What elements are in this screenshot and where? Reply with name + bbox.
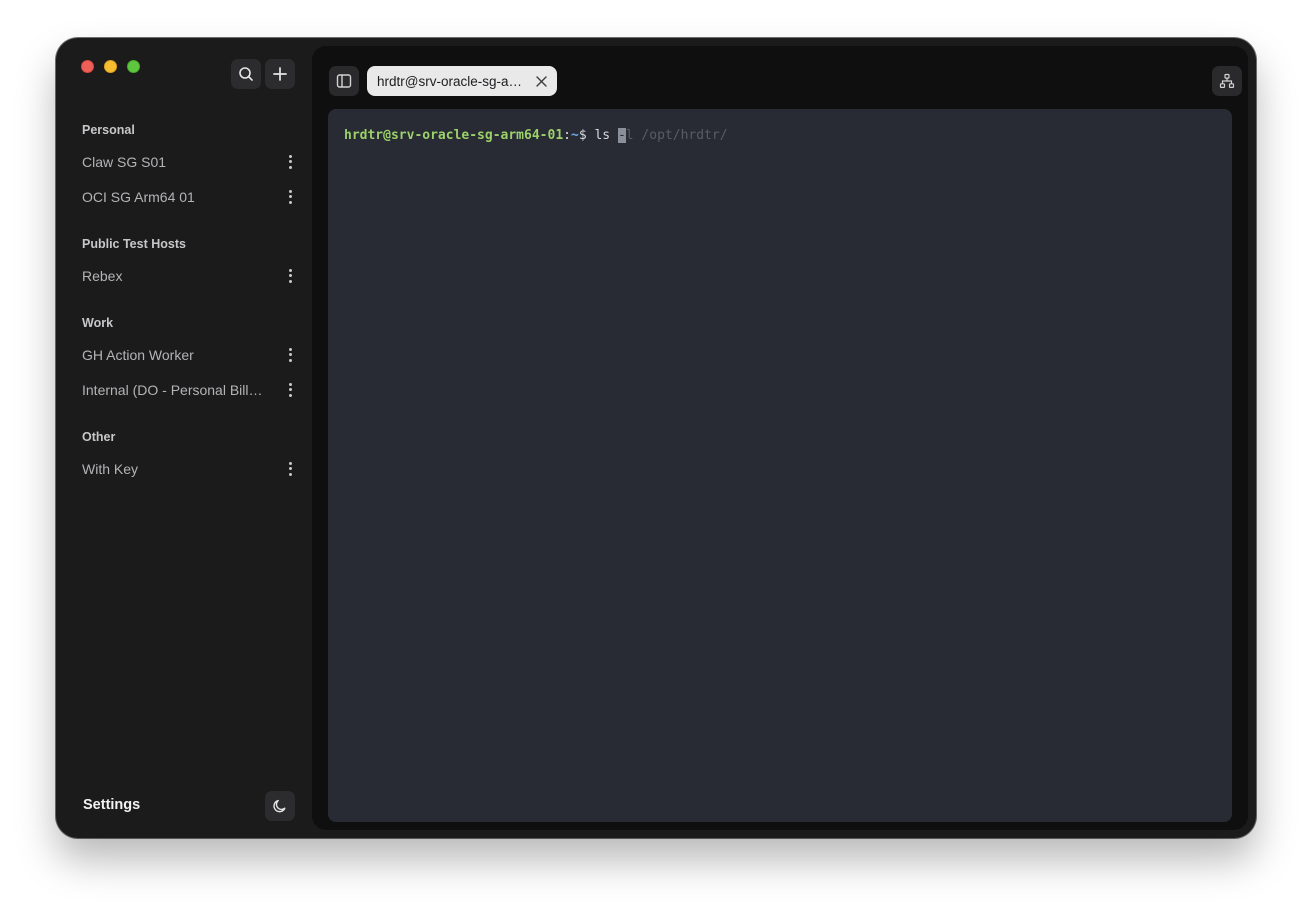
more-options-icon[interactable] xyxy=(284,267,296,284)
add-host-button[interactable] xyxy=(265,59,295,89)
group-title: Work xyxy=(82,316,114,330)
search-button[interactable] xyxy=(231,59,261,89)
settings-link[interactable]: Settings xyxy=(83,797,140,813)
network-topology-button[interactable] xyxy=(1212,66,1242,96)
host-group-personal: Personal Claw SG S01 OCI SG Arm64 01 xyxy=(82,122,302,214)
host-item-internal-do[interactable]: Internal (DO - Personal Billing) xyxy=(82,372,302,407)
toggle-sidebar-button[interactable] xyxy=(329,66,359,96)
host-item-gh-action-worker[interactable]: GH Action Worker xyxy=(82,337,302,372)
network-icon xyxy=(1219,73,1235,89)
host-item-claw-sg-s01[interactable]: Claw SG S01 xyxy=(82,144,302,179)
window-controls xyxy=(81,60,140,73)
host-item-rebex[interactable]: Rebex xyxy=(82,258,302,293)
typed-command: ls xyxy=(594,128,618,143)
tab-label: hrdtr@srv-oracle-sg-arm64-01 xyxy=(377,73,525,89)
prompt-symbol: $ xyxy=(578,128,595,143)
host-group-work: Work GH Action Worker Internal (DO - Per… xyxy=(82,315,302,407)
search-icon xyxy=(239,67,253,81)
close-window-button[interactable] xyxy=(81,60,94,73)
app-window: Personal Claw SG S01 OCI SG Arm64 01 Pub… xyxy=(56,38,1256,838)
close-tab-button[interactable] xyxy=(533,73,549,89)
more-options-icon[interactable] xyxy=(284,381,296,398)
group-title: Personal xyxy=(82,123,135,137)
more-options-icon[interactable] xyxy=(284,460,296,477)
more-options-icon[interactable] xyxy=(284,188,296,205)
host-label: GH Action Worker xyxy=(82,346,194,363)
terminal-prompt-line: hrdtr@srv-oracle-sg-arm64-01:~$ ls -l /o… xyxy=(344,127,728,145)
group-title: Other xyxy=(82,430,116,444)
host-item-with-key[interactable]: With Key xyxy=(82,451,302,486)
host-group-other: Other With Key xyxy=(82,429,302,486)
main-pane: hrdtr@srv-oracle-sg-arm64-01 hrdtr@srv-o… xyxy=(312,46,1248,830)
more-options-icon[interactable] xyxy=(284,153,296,170)
moon-icon xyxy=(273,799,286,813)
autosuggestion-text: l /opt/hrdtr/ xyxy=(625,128,728,143)
terminal-cursor: - xyxy=(617,128,626,143)
zoom-window-button[interactable] xyxy=(127,60,140,73)
host-group-public-test-hosts: Public Test Hosts Rebex xyxy=(82,236,302,293)
sidebar-toggle-icon xyxy=(336,74,352,88)
terminal-view[interactable]: hrdtr@srv-oracle-sg-arm64-01:~$ ls -l /o… xyxy=(328,109,1232,822)
host-label: With Key xyxy=(82,460,139,477)
group-title: Public Test Hosts xyxy=(82,237,186,251)
host-item-oci-sg-arm64-01[interactable]: OCI SG Arm64 01 xyxy=(82,179,302,214)
tab-hrdtr-srv-oracle[interactable]: hrdtr@srv-oracle-sg-arm64-01 xyxy=(367,66,557,96)
host-label: OCI SG Arm64 01 xyxy=(82,188,195,205)
prompt-colon: : xyxy=(563,128,571,143)
prompt-user-host: hrdtr@srv-oracle-sg-arm64-01 xyxy=(344,128,564,143)
host-label: Rebex xyxy=(82,267,123,284)
host-list: Personal Claw SG S01 OCI SG Arm64 01 Pub… xyxy=(82,122,302,486)
more-options-icon[interactable] xyxy=(284,346,296,363)
host-label: Claw SG S01 xyxy=(82,153,167,170)
host-label: Internal (DO - Personal Billing) xyxy=(82,381,264,398)
theme-toggle-button[interactable] xyxy=(265,791,295,821)
close-icon xyxy=(535,75,547,87)
plus-icon xyxy=(273,67,287,81)
prompt-path: ~ xyxy=(570,128,579,143)
minimize-window-button[interactable] xyxy=(104,60,117,73)
